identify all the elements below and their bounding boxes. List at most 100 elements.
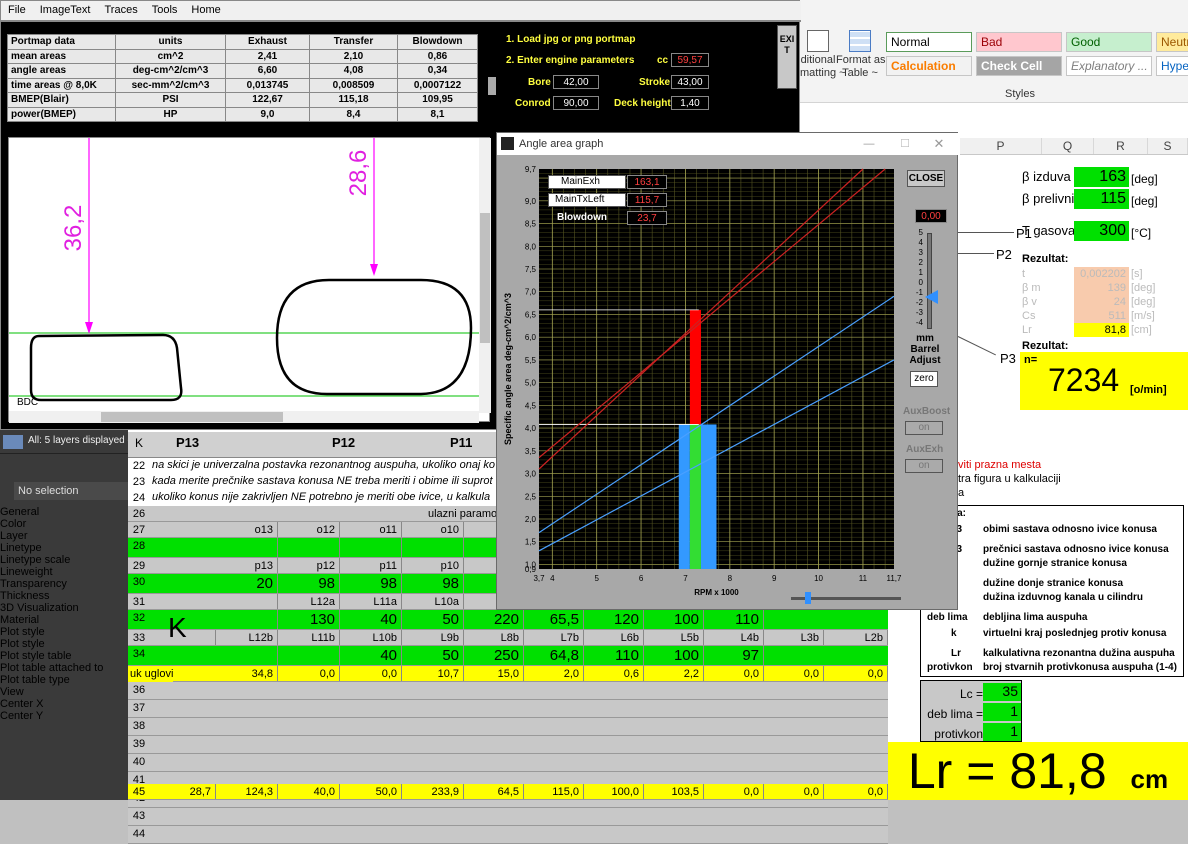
prop-center-x[interactable]: Center X bbox=[0, 698, 128, 710]
section-3d-visualization[interactable]: 3D Visualization bbox=[0, 602, 128, 614]
sheet-cell[interactable]: 0,0 bbox=[278, 666, 340, 681]
barrel-slider-track[interactable] bbox=[927, 233, 932, 329]
sheet-cell[interactable]: 0,0 bbox=[824, 784, 888, 799]
sheet-cell[interactable]: 15,0 bbox=[464, 666, 524, 681]
sheet-cell[interactable] bbox=[278, 538, 340, 557]
lc-value[interactable]: 35 bbox=[983, 683, 1021, 701]
selection-dropdown[interactable]: No selection bbox=[14, 482, 128, 500]
sheet-cell[interactable]: 110 bbox=[704, 610, 764, 629]
sheet-cell[interactable] bbox=[402, 538, 464, 557]
style-good[interactable]: Good bbox=[1066, 32, 1152, 52]
section-plot-style[interactable]: Plot style bbox=[0, 626, 128, 638]
maximize-icon[interactable]: ☐ bbox=[895, 133, 915, 155]
rpm-slider-thumb[interactable] bbox=[805, 592, 811, 604]
section-general[interactable]: General bbox=[0, 506, 128, 518]
exit-button[interactable]: EXIT bbox=[777, 25, 797, 89]
graph-close-button[interactable]: CLOSE bbox=[907, 170, 945, 187]
style-check-cell[interactable]: Check Cell bbox=[976, 56, 1062, 76]
style-calculation[interactable]: Calculation bbox=[886, 56, 972, 76]
t-gasova-value[interactable]: 300 bbox=[1074, 221, 1129, 241]
sheet-cell[interactable] bbox=[278, 646, 340, 665]
sheet-cell[interactable] bbox=[216, 594, 278, 609]
sheet-cell[interactable]: 0,0 bbox=[824, 666, 888, 681]
sheet-cell[interactable]: 233,9 bbox=[402, 784, 464, 799]
zero-button[interactable]: zero bbox=[910, 371, 938, 387]
series2-select[interactable]: MainTxLeft bbox=[548, 193, 626, 207]
sheet-cell[interactable]: 10,7 bbox=[402, 666, 464, 681]
sheet-cell[interactable]: 65,5 bbox=[524, 610, 584, 629]
menu-item-file[interactable]: File bbox=[1, 1, 33, 20]
prop-linetype[interactable]: Linetype bbox=[0, 542, 128, 554]
layer-icon[interactable] bbox=[3, 435, 23, 449]
sheet-cell[interactable]: L8b bbox=[464, 630, 524, 645]
sheet-cell[interactable] bbox=[340, 538, 402, 557]
sheet-cell[interactable]: 100 bbox=[644, 646, 704, 665]
series1-select[interactable]: MainExh bbox=[548, 175, 626, 189]
sheet-cell[interactable]: 2,0 bbox=[524, 666, 584, 681]
sheet-cell[interactable]: L11a bbox=[340, 594, 402, 609]
conrod-input[interactable]: 90,00 bbox=[553, 96, 599, 110]
deck-height-input[interactable]: 1,40 bbox=[671, 96, 709, 110]
b-prelivnih-value[interactable]: 115 bbox=[1074, 189, 1129, 209]
sheet-cell[interactable]: o10 bbox=[402, 522, 464, 537]
style-neutra[interactable]: Neutra bbox=[1156, 32, 1188, 52]
sheet-cell[interactable]: 0,0 bbox=[704, 784, 764, 799]
sheet-cell[interactable] bbox=[216, 538, 278, 557]
sheet-cell[interactable]: 20 bbox=[216, 574, 278, 593]
sheet-cell[interactable]: 124,3 bbox=[216, 784, 278, 799]
sheet-cell[interactable]: 220 bbox=[464, 610, 524, 629]
close-icon[interactable]: ✕ bbox=[929, 133, 949, 155]
sheet-cell[interactable]: o11 bbox=[340, 522, 402, 537]
format-as-table-button[interactable]: Format as Table ~ bbox=[836, 30, 886, 86]
style-hyperl[interactable]: Hyperl bbox=[1156, 56, 1188, 76]
sheet-cell[interactable]: L3b bbox=[764, 630, 824, 645]
minimize-icon[interactable]: — bbox=[859, 133, 879, 155]
sheet-cell[interactable]: 50 bbox=[402, 610, 464, 629]
horizontal-scroll-thumb[interactable] bbox=[101, 412, 283, 422]
menu-item-home[interactable]: Home bbox=[184, 1, 227, 20]
sheet-cell[interactable]: 98 bbox=[278, 574, 340, 593]
col-header-r[interactable]: R bbox=[1094, 138, 1148, 154]
sheet-cell[interactable]: 98 bbox=[402, 574, 464, 593]
sheet-cell[interactable]: 34,8 bbox=[216, 666, 278, 681]
conditional-formatting-button[interactable]: ditional matting ~ bbox=[800, 30, 846, 86]
table-cell[interactable]: PSI bbox=[115, 92, 226, 108]
prop-transparency[interactable]: Transparency bbox=[0, 578, 128, 590]
prop-plot-style-table[interactable]: Plot style table bbox=[0, 650, 128, 662]
sheet-cell[interactable]: 120 bbox=[584, 610, 644, 629]
sheet-cell[interactable]: L10a bbox=[402, 594, 464, 609]
sheet-cell[interactable]: L4b bbox=[704, 630, 764, 645]
sheet-cell[interactable]: 110 bbox=[584, 646, 644, 665]
sheet-cell[interactable]: 0,0 bbox=[764, 784, 824, 799]
sheet-cell[interactable]: p13 bbox=[216, 558, 278, 573]
prop-plot-style[interactable]: Plot style bbox=[0, 638, 128, 650]
auxboost-toggle[interactable]: on bbox=[905, 421, 943, 435]
col-header-s[interactable]: S bbox=[1148, 138, 1188, 154]
sheet-cell[interactable]: 0,0 bbox=[704, 666, 764, 681]
sheet-cell[interactable]: 50 bbox=[402, 646, 464, 665]
sheet-cell[interactable]: 0,0 bbox=[764, 666, 824, 681]
sheet-cell[interactable]: 97 bbox=[704, 646, 764, 665]
menu-item-imagetext[interactable]: ImageText bbox=[33, 1, 98, 20]
sheet-cell[interactable]: L2b bbox=[824, 630, 888, 645]
sheet-cell[interactable]: p12 bbox=[278, 558, 340, 573]
sheet-cell[interactable]: 28,7 bbox=[150, 784, 216, 799]
sheet-cell[interactable]: 250 bbox=[464, 646, 524, 665]
sheet-cell[interactable]: L10b bbox=[340, 630, 402, 645]
prop-color[interactable]: Color bbox=[0, 518, 128, 530]
sheet-cell[interactable]: L11b bbox=[278, 630, 340, 645]
sheet-cell[interactable]: 50,0 bbox=[340, 784, 402, 799]
sheet-cell[interactable]: 100,0 bbox=[584, 784, 644, 799]
sheet-cell[interactable] bbox=[216, 646, 278, 665]
table-scroll-handle[interactable] bbox=[488, 77, 496, 95]
sheet-cell[interactable]: 115,0 bbox=[524, 784, 584, 799]
protivkon-value[interactable]: 1 bbox=[983, 723, 1021, 741]
col-header-q[interactable]: Q bbox=[1042, 138, 1094, 154]
sheet-cell[interactable]: L12b bbox=[216, 630, 278, 645]
sheet-cell[interactable]: o13 bbox=[216, 522, 278, 537]
sheet-cell[interactable]: 130 bbox=[278, 610, 340, 629]
style-explanatory[interactable]: Explanatory ... bbox=[1066, 56, 1152, 76]
sheet-cell[interactable]: 0,0 bbox=[340, 666, 402, 681]
menu-item-traces[interactable]: Traces bbox=[97, 1, 144, 20]
menu-item-tools[interactable]: Tools bbox=[145, 1, 185, 20]
